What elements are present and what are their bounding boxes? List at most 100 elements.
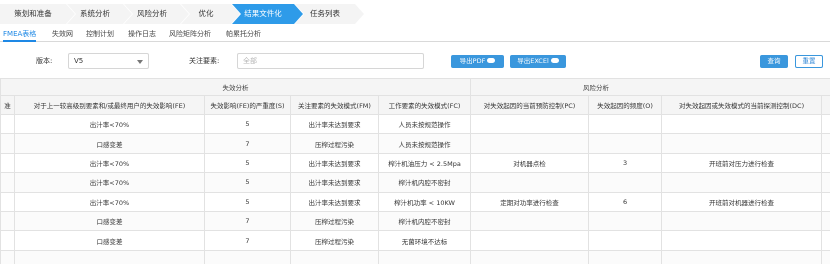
step-label: 风险分析 bbox=[137, 9, 167, 18]
version-value: V5 bbox=[74, 57, 84, 65]
column-header: 关注要素的失效模式(FM) bbox=[290, 95, 379, 115]
tab-failure-net[interactable]: 失效网 bbox=[52, 29, 73, 42]
column-header bbox=[821, 95, 830, 115]
column-header-row: 准 对于上一较高级别要素和/或最终用户的失效影响(FE) 失效影响(FE)的严重… bbox=[0, 95, 830, 115]
table-row[interactable]: 出汁率<70% 5 出汁率未达到要求 榨汁机内腔不密封 bbox=[0, 172, 830, 193]
table-cell: 出汁率未达到要求 bbox=[290, 152, 379, 174]
table-cell bbox=[821, 172, 830, 193]
table-cell: 对机器点检 bbox=[470, 152, 590, 174]
table-cell bbox=[0, 230, 15, 251]
table-cell bbox=[0, 210, 15, 232]
table-cell: 开班前对压力进行检查 bbox=[661, 152, 823, 174]
table-cell bbox=[0, 113, 15, 135]
table-cell: 无菌环境不达标 bbox=[377, 230, 472, 251]
table-cell: 压榨过程污染 bbox=[290, 230, 379, 251]
table-row[interactable]: 口感变差 7 压榨过程污染 榨汁机内腔不密封 bbox=[0, 210, 830, 232]
version-select[interactable]: V5 bbox=[68, 53, 149, 69]
focus-element-field[interactable] bbox=[237, 53, 424, 69]
group-header-row: 失效分析 风险分析 bbox=[0, 78, 830, 96]
tab-fmea-table[interactable]: FMEA表格 bbox=[3, 29, 37, 42]
table-cell: 口感变差 bbox=[14, 230, 205, 251]
export-pdf-button[interactable]: 导出PDF bbox=[451, 55, 504, 68]
version-label: 版本: bbox=[36, 57, 53, 65]
table-cell bbox=[821, 133, 830, 154]
table-cell: 定期对功率进行检查 bbox=[470, 191, 590, 212]
table-cell bbox=[821, 191, 830, 212]
table-cell bbox=[0, 172, 15, 193]
table-cell bbox=[0, 152, 15, 174]
tab-pareto[interactable]: 帕累托分析 bbox=[226, 29, 261, 42]
table-cell bbox=[821, 249, 830, 264]
table-cell: 人员未按规范操作 bbox=[377, 133, 472, 154]
table-cell: 5 bbox=[204, 152, 291, 174]
column-header: 对失效起因的当前预防控制(PC) bbox=[470, 95, 590, 115]
table-cell bbox=[661, 172, 823, 193]
table-cell bbox=[821, 152, 830, 174]
table-cell: 7 bbox=[204, 133, 291, 154]
focus-element-input[interactable] bbox=[238, 54, 423, 68]
table-row[interactable]: 口感变差 7 压榨过程污染 人员未按规范操作 bbox=[0, 133, 830, 154]
cloud-upload-icon bbox=[550, 57, 559, 63]
table-row[interactable] bbox=[0, 249, 830, 264]
step-task-list[interactable]: 任务列表 bbox=[295, 4, 365, 24]
table-cell bbox=[661, 230, 823, 251]
table-cell: 3 bbox=[588, 152, 663, 174]
step-result-documentation[interactable]: 结果文件化 bbox=[232, 4, 304, 24]
table-cell bbox=[821, 230, 830, 251]
table-cell: 出汁率未达到要求 bbox=[290, 113, 379, 135]
sub-tabs: FMEA表格 失效网 控制计划 操作日志 风险矩阵分析 帕累托分析 bbox=[0, 27, 830, 42]
table-row[interactable]: 出汁率<70% 5 出汁率未达到要求 人员未按规范操作 bbox=[0, 113, 830, 135]
table-cell: 出汁率未达到要求 bbox=[290, 172, 379, 193]
step-label: 优化 bbox=[198, 9, 214, 18]
export-excel-button[interactable]: 导出EXCEl bbox=[510, 55, 566, 68]
table-cell: 榨汁机内腔不密封 bbox=[377, 210, 472, 232]
table-cell: 榨汁机油压力 < 2.5Mpa bbox=[377, 152, 472, 174]
table-cell: 开班前对机器进行检查 bbox=[661, 191, 823, 212]
table-cell bbox=[588, 210, 663, 232]
table-cell: 口感变差 bbox=[14, 133, 205, 154]
query-button[interactable]: 查询 bbox=[760, 55, 788, 68]
table-cell bbox=[661, 210, 823, 232]
table-cell bbox=[821, 113, 830, 135]
step-planning[interactable]: 策划和准备 bbox=[0, 4, 76, 24]
table-cell bbox=[0, 191, 15, 212]
focus-label: 关注要素: bbox=[189, 57, 220, 65]
table-cell: 出汁率<70% bbox=[14, 172, 205, 193]
table-cell bbox=[588, 172, 663, 193]
column-header: 对失效起因或失效模式的当前探测控制(DC) bbox=[661, 95, 823, 115]
tab-operation-log[interactable]: 操作日志 bbox=[128, 29, 156, 42]
table-cell bbox=[588, 133, 663, 154]
filter-bar: 版本: V5 关注要素: 导出PDF 导出EXCEl 查询 重置 bbox=[0, 50, 830, 72]
column-header: 准 bbox=[0, 95, 15, 115]
tab-risk-matrix[interactable]: 风险矩阵分析 bbox=[169, 29, 211, 42]
group-failure-analysis: 失效分析 bbox=[0, 78, 472, 96]
table-cell bbox=[661, 249, 823, 264]
table-cell bbox=[661, 133, 823, 154]
table-cell bbox=[821, 210, 830, 232]
reset-button[interactable]: 重置 bbox=[795, 55, 823, 68]
table-row[interactable]: 出汁率<70% 5 出汁率未达到要求 榨汁机功率 < 10KW 定期对功率进行检查 6 开班… bbox=[0, 191, 830, 212]
table-cell bbox=[470, 133, 590, 154]
table-cell bbox=[290, 249, 379, 264]
table-cell: 人员未按规范操作 bbox=[377, 113, 472, 135]
column-header: 失效影响(FE)的严重度(S) bbox=[204, 95, 291, 115]
table-cell bbox=[588, 230, 663, 251]
step-label: 任务列表 bbox=[310, 9, 340, 18]
table-cell bbox=[470, 172, 590, 193]
table-cell bbox=[204, 249, 291, 264]
table-cell: 5 bbox=[204, 113, 291, 135]
table-cell bbox=[588, 113, 663, 135]
tab-control-plan[interactable]: 控制计划 bbox=[86, 29, 114, 42]
table-cell: 7 bbox=[204, 230, 291, 251]
group-risk-analysis: 风险分析 bbox=[470, 78, 830, 96]
column-header: 对于上一较高级别要素和/或最终用户的失效影响(FE) bbox=[14, 95, 205, 115]
column-header: 工作要素的失效模式(FC) bbox=[377, 95, 472, 115]
step-label: 系统分析 bbox=[80, 9, 110, 18]
table-cell: 口感变差 bbox=[14, 210, 205, 232]
table-cell: 榨汁机功率 < 10KW bbox=[377, 191, 472, 212]
table-row[interactable]: 口感变差 7 压榨过程污染 无菌环境不达标 bbox=[0, 230, 830, 251]
table-row[interactable]: 出汁率<70% 5 出汁率未达到要求 榨汁机油压力 < 2.5Mpa 对机器点检 3 开班前… bbox=[0, 152, 830, 174]
table-cell bbox=[377, 249, 472, 264]
table-cell bbox=[0, 133, 15, 154]
table-cell: 出汁率未达到要求 bbox=[290, 191, 379, 212]
